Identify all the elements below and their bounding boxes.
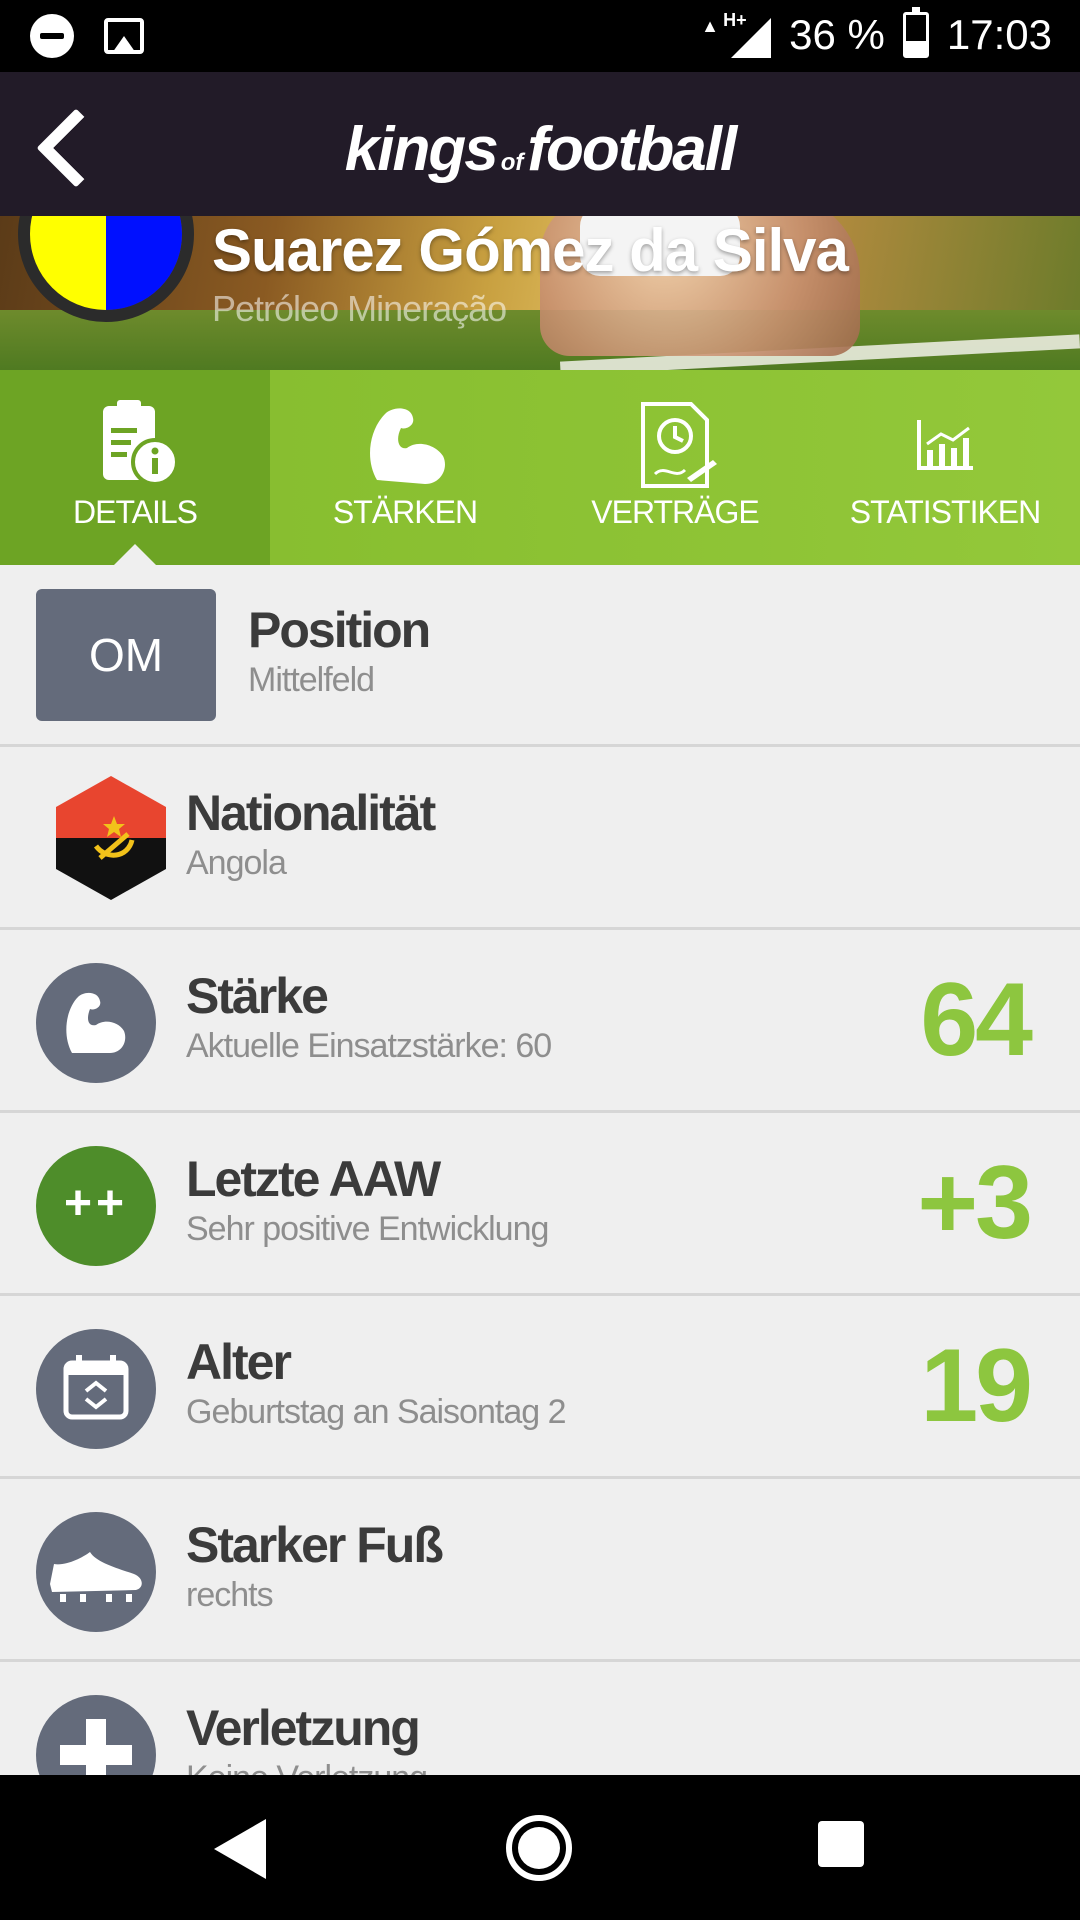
clipboard-info-icon xyxy=(103,400,179,486)
signal-icon: ▲ H+ xyxy=(701,10,772,60)
image-notification-icon xyxy=(104,18,144,54)
calendar-icon xyxy=(36,1329,156,1449)
angola-flag-icon xyxy=(56,776,166,900)
player-name: Suarez Gómez da Silva xyxy=(212,217,849,284)
details-list: OM Position Mittelfeld Nationalität Ango… xyxy=(0,565,1080,1775)
player-header: Suarez Gómez da Silva Petróleo Mineração xyxy=(0,216,1080,370)
status-bar: ▲ H+ 36 % 17:03 xyxy=(0,0,1080,72)
position-value: Mittelfeld xyxy=(248,661,375,699)
list-item-position[interactable]: OM Position Mittelfeld xyxy=(0,565,1080,747)
plus-plus-icon: ++ xyxy=(36,1146,156,1266)
football-boot-icon xyxy=(36,1512,156,1632)
strong-foot-title: Starker Fuß xyxy=(186,1517,444,1573)
tab-bar: DETAILS STÄRKEN VERTRÄGE STATISTIKEN xyxy=(0,370,1080,565)
age-value: 19 xyxy=(920,1328,1033,1444)
last-aaw-sub: Sehr positive Entwicklung xyxy=(186,1210,549,1248)
battery-percent: 36 % xyxy=(789,11,885,58)
injury-title: Verletzung xyxy=(186,1700,421,1756)
club-name: Petróleo Mineração xyxy=(212,288,507,329)
biceps-icon xyxy=(370,408,445,484)
list-item-age[interactable]: Alter Geburtstag an Saisontag 2 19 xyxy=(0,1297,1080,1479)
nationality-value: Angola xyxy=(186,844,287,882)
strong-foot-value: rechts xyxy=(186,1576,274,1614)
nav-recents-icon[interactable] xyxy=(818,1821,864,1867)
position-title: Position xyxy=(248,602,431,658)
tab-details[interactable]: DETAILS xyxy=(0,370,270,565)
list-item-nationality[interactable]: Nationalität Angola xyxy=(0,748,1080,930)
chart-icon xyxy=(917,420,973,470)
strength-title: Stärke xyxy=(186,968,329,1024)
club-badge xyxy=(18,216,194,322)
do-not-disturb-icon xyxy=(30,14,74,58)
last-aaw-value: +3 xyxy=(917,1145,1033,1261)
strength-sub: Aktuelle Einsatzstärke: 60 xyxy=(186,1027,552,1065)
nationality-title: Nationalität xyxy=(186,785,436,841)
biceps-icon xyxy=(36,963,156,1083)
age-sub: Geburtstag an Saisontag 2 xyxy=(186,1393,566,1431)
last-aaw-title: Letzte AAW xyxy=(186,1151,441,1207)
system-navigation-bar xyxy=(0,1775,1080,1920)
tab-vertraege[interactable]: VERTRÄGE xyxy=(540,370,810,565)
contract-clock-icon xyxy=(641,402,717,488)
battery-icon xyxy=(902,7,929,58)
tab-staerken[interactable]: STÄRKEN xyxy=(270,370,540,565)
position-badge: OM xyxy=(36,589,216,721)
strength-value: 64 xyxy=(920,962,1033,1078)
list-item-last-aaw[interactable]: ++ Letzte AAW Sehr positive Entwicklung … xyxy=(0,1114,1080,1296)
app-bar: kings offootball xyxy=(0,72,1080,216)
age-title: Alter xyxy=(186,1334,292,1390)
brand-logo: kings offootball xyxy=(344,115,737,184)
nav-home-icon[interactable] xyxy=(506,1815,572,1881)
medical-cross-icon xyxy=(36,1695,156,1775)
injury-value: Keine Verletzung xyxy=(186,1759,428,1775)
list-item-injury[interactable]: Verletzung Keine Verletzung xyxy=(0,1663,1080,1775)
nav-back-icon[interactable] xyxy=(214,1819,266,1879)
tab-statistiken[interactable]: STATISTIKEN xyxy=(810,370,1080,565)
list-item-strong-foot[interactable]: Starker Fuß rechts xyxy=(0,1480,1080,1662)
clock: 17:03 xyxy=(946,11,1052,58)
list-item-strength[interactable]: Stärke Aktuelle Einsatzstärke: 60 64 xyxy=(0,931,1080,1113)
